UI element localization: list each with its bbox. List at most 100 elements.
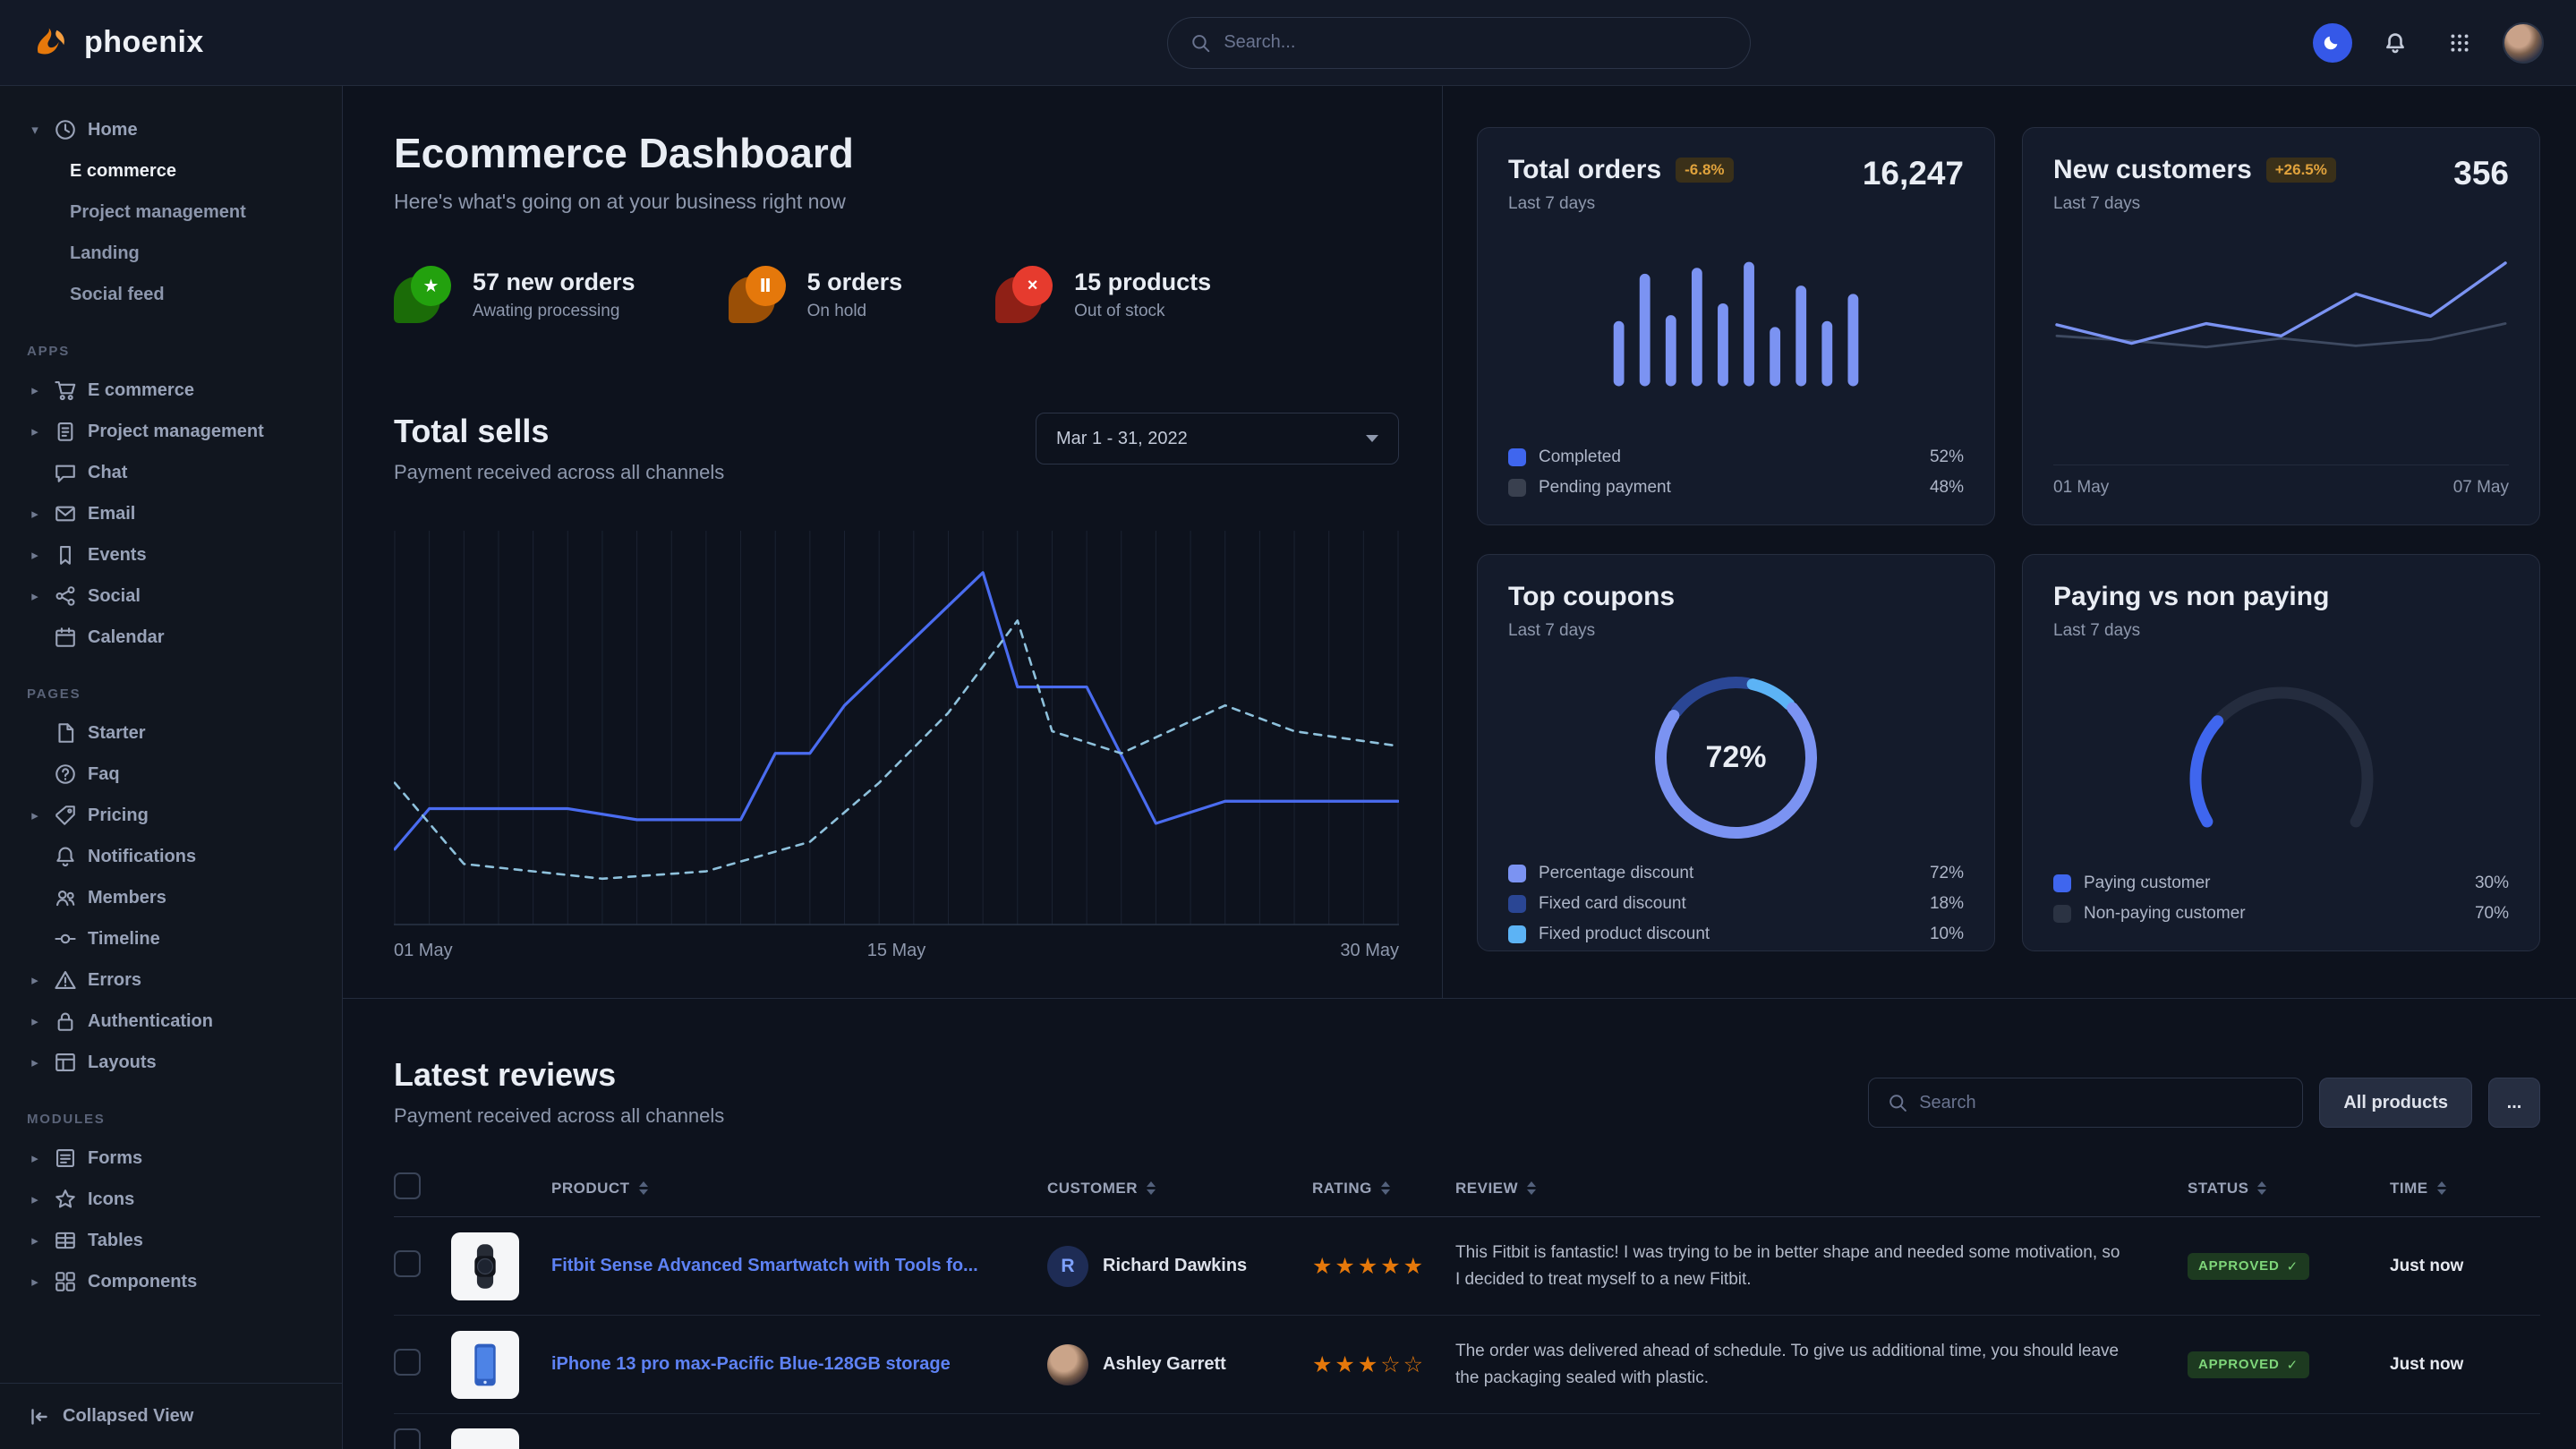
sidebar-item-layouts[interactable]: ▸Layouts <box>18 1042 324 1083</box>
card-title: Paying vs non paying <box>2053 582 2329 612</box>
sidebar-item-project-management[interactable]: ▸Project management <box>18 411 324 452</box>
reviews-table-body: Fitbit Sense Advanced Smartwatch with To… <box>394 1217 2540 1449</box>
customer-cell[interactable]: Ashley Garrett <box>1047 1344 1312 1385</box>
sidebar-item-email[interactable]: ▸Email <box>18 493 324 534</box>
sidebar-item-home[interactable]: ▾ Home <box>18 109 324 150</box>
product-image[interactable] <box>451 1232 519 1300</box>
legend-swatch <box>1508 865 1526 882</box>
row-checkbox[interactable] <box>394 1349 421 1376</box>
sidebar-item-label: Email <box>88 504 135 524</box>
sidebar-item-errors[interactable]: ▸Errors <box>18 959 324 1001</box>
gauge-svg <box>2147 646 2416 830</box>
x-tick: 07 May <box>2453 478 2509 498</box>
sidebar-item-components[interactable]: ▸Components <box>18 1261 324 1302</box>
sidebar-item-label: Authentication <box>88 1011 213 1032</box>
sidebar-subitem-project-management[interactable]: Project management <box>18 192 324 233</box>
sidebar-item-authentication[interactable]: ▸Authentication <box>18 1001 324 1042</box>
column-header-product[interactable]: PRODUCT <box>551 1180 1047 1198</box>
sidebar-item-label: Tables <box>88 1231 143 1251</box>
sidebar-subitem-social-feed[interactable]: Social feed <box>18 274 324 315</box>
sidebar-item-icons[interactable]: ▸Icons <box>18 1179 324 1220</box>
chevron-down-icon: ▾ <box>27 122 43 138</box>
brand[interactable]: phoenix <box>32 23 204 63</box>
total-sells-line-chart <box>394 524 1399 928</box>
product-image[interactable] <box>451 1331 519 1399</box>
card-title: Total orders <box>1508 155 1661 185</box>
coupons-legend-item: Fixed product discount10% <box>1508 925 1964 944</box>
chevron-right-icon: ▸ <box>27 1054 43 1070</box>
sidebar-item-label: Social <box>88 586 141 607</box>
row-checkbox[interactable] <box>394 1250 421 1277</box>
warning-icon <box>54 968 77 992</box>
sidebar-item-forms[interactable]: ▸Forms <box>18 1138 324 1179</box>
column-header-time[interactable]: TIME <box>2390 1180 2540 1198</box>
global-search[interactable] <box>1167 17 1751 69</box>
sidebar-item-events[interactable]: ▸Events <box>18 534 324 575</box>
sidebar-subitem-landing[interactable]: Landing <box>18 233 324 274</box>
date-range-select[interactable]: Mar 1 - 31, 2022 <box>1036 413 1399 465</box>
column-header-customer[interactable]: CUSTOMER <box>1047 1180 1312 1198</box>
tag-icon <box>54 804 77 827</box>
review-row: Fitbit Sense Advanced Smartwatch with To… <box>394 1217 2540 1316</box>
total-orders-value: 16,247 <box>1863 155 1964 192</box>
customer-cell[interactable]: RRichard Dawkins <box>1047 1246 1312 1287</box>
chevron-right-icon: ▸ <box>27 423 43 439</box>
layout-icon <box>54 1051 77 1074</box>
row-checkbox[interactable] <box>394 1428 421 1449</box>
timeline-icon <box>54 927 77 950</box>
sidebar-item-social[interactable]: ▸Social <box>18 575 324 617</box>
notifications-button[interactable] <box>2374 21 2417 64</box>
sort-icon <box>1527 1181 1536 1195</box>
latest-reviews-section: Latest reviews Payment received across a… <box>343 999 2576 1449</box>
review-row-partial <box>394 1414 2540 1449</box>
sort-icon <box>639 1181 648 1195</box>
column-header-review[interactable]: REVIEW <box>1455 1180 2188 1198</box>
sidebar-item-pricing[interactable]: ▸Pricing <box>18 795 324 836</box>
collapse-view-toggle[interactable]: Collapsed View <box>0 1383 342 1449</box>
question-circle-icon <box>54 763 77 786</box>
sidebar-item-faq[interactable]: Faq <box>18 754 324 795</box>
sidebar-item-label: Events <box>88 545 147 566</box>
coupons-legend-item: Fixed card discount18% <box>1508 894 1964 914</box>
column-header-rating[interactable]: RATING <box>1312 1180 1455 1198</box>
legend-swatch <box>1508 479 1526 497</box>
all-products-button[interactable]: All products <box>2319 1078 2472 1128</box>
review-row: iPhone 13 pro max-Pacific Blue-128GB sto… <box>394 1316 2540 1414</box>
sidebar-item-e-commerce[interactable]: ▸E commerce <box>18 370 324 411</box>
sidebar-item-label: Home <box>88 120 138 141</box>
sidebar-item-notifications[interactable]: Notifications <box>18 836 324 877</box>
more-options-button[interactable]: ... <box>2488 1078 2540 1128</box>
reviews-search-input[interactable] <box>1919 1093 2284 1113</box>
user-avatar[interactable] <box>2503 22 2544 64</box>
theme-toggle-button[interactable] <box>2313 23 2352 63</box>
column-header-status[interactable]: STATUS <box>2188 1180 2390 1198</box>
star-icon: ★ <box>411 266 451 306</box>
star-icon: ★ <box>394 266 451 323</box>
review-text: This Fitbit is fantastic! I was trying t… <box>1455 1240 2188 1292</box>
apps-menu-button[interactable] <box>2438 21 2481 64</box>
product-image[interactable] <box>451 1428 519 1449</box>
select-all-checkbox[interactable] <box>394 1172 421 1199</box>
sidebar-item-tables[interactable]: ▸Tables <box>18 1220 324 1261</box>
sidebar-item-calendar[interactable]: Calendar <box>18 617 324 658</box>
sidebar-subitem-e-commerce[interactable]: E commerce <box>18 150 324 192</box>
table-icon <box>54 1229 77 1252</box>
sidebar-item-label: Notifications <box>88 847 196 867</box>
sidebar-item-members[interactable]: Members <box>18 877 324 918</box>
sidebar-item-timeline[interactable]: Timeline <box>18 918 324 959</box>
hero-left: Ecommerce Dashboard Here's what's going … <box>343 86 1443 998</box>
global-search-input[interactable] <box>1224 32 1728 53</box>
product-link[interactable]: Fitbit Sense Advanced Smartwatch with To… <box>551 1256 1047 1276</box>
reviews-table: PRODUCT CUSTOMER RATING REVIEW STATUS TI… <box>394 1160 2540 1449</box>
stat-caption: Awating processing <box>473 302 635 321</box>
reviews-search[interactable] <box>1868 1078 2303 1128</box>
x-tick: 15 May <box>867 941 926 961</box>
product-link[interactable]: iPhone 13 pro max-Pacific Blue-128GB sto… <box>551 1354 1047 1375</box>
sidebar-item-starter[interactable]: Starter <box>18 712 324 754</box>
customer-avatar: R <box>1047 1246 1088 1287</box>
date-range-value: Mar 1 - 31, 2022 <box>1056 429 1188 449</box>
components-icon <box>54 1270 77 1293</box>
sidebar-item-chat[interactable]: Chat <box>18 452 324 493</box>
new-customers-value: 356 <box>2453 155 2509 192</box>
sidebar-item-label: Starter <box>88 723 145 744</box>
